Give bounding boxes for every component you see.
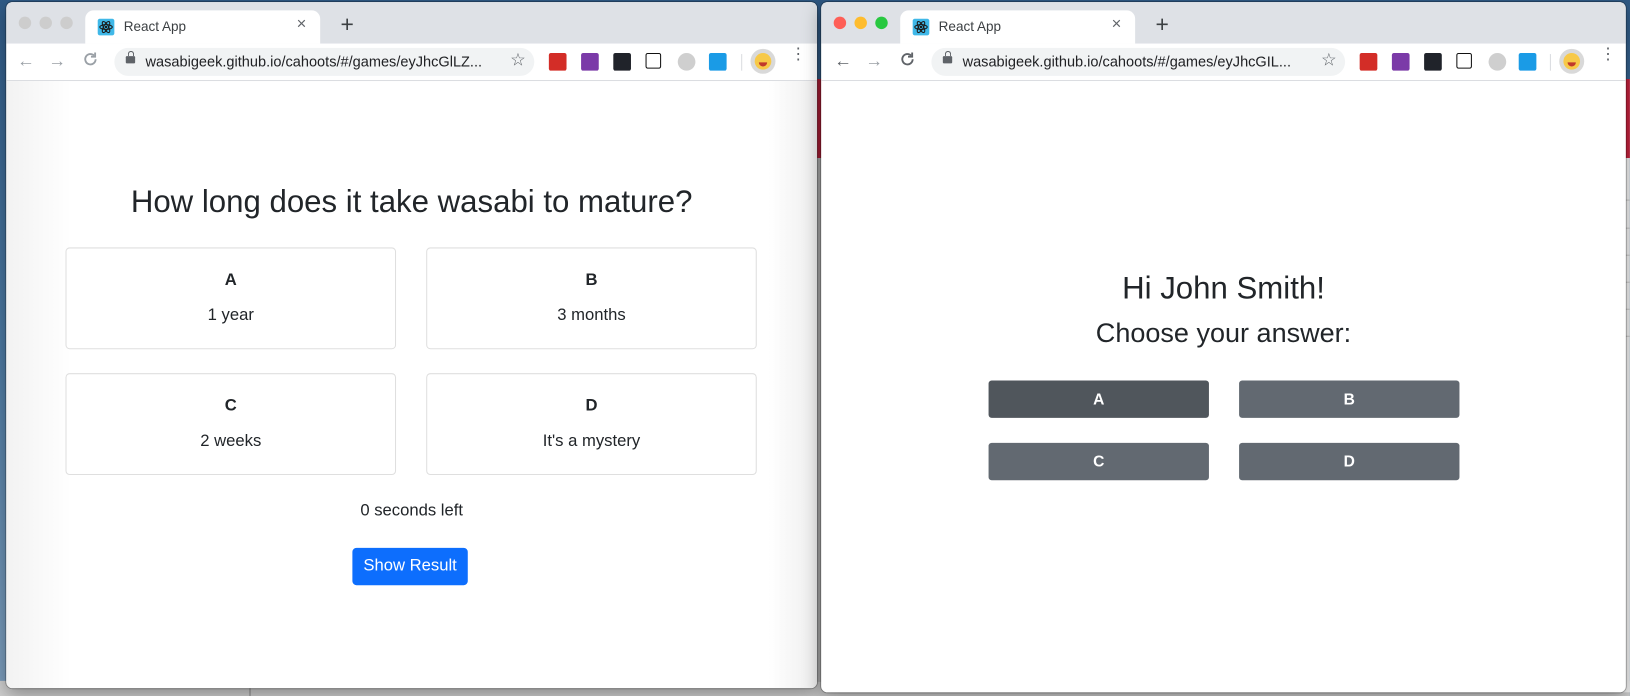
tab-title: React App bbox=[938, 18, 1002, 35]
browser-toolbar: ← → wasabigeek.github.io/cahoots/#/games… bbox=[6, 43, 818, 82]
tab-title: React App bbox=[123, 18, 187, 35]
tab-react-app[interactable]: React App × bbox=[900, 10, 1136, 44]
new-tab-button[interactable]: + bbox=[1150, 10, 1175, 39]
screenshot-extension-icon[interactable] bbox=[708, 53, 727, 71]
reload-button[interactable] bbox=[896, 51, 919, 72]
tab-strip: React App × + bbox=[6, 2, 818, 44]
answer-card-c: C 2 weeks bbox=[65, 373, 397, 476]
show-result-button[interactable]: Show Result bbox=[352, 547, 468, 586]
answer-card-b: B 3 months bbox=[426, 247, 757, 350]
tab-react-app[interactable]: React App × bbox=[85, 10, 321, 44]
bookmark-star-icon[interactable]: ☆ bbox=[1321, 50, 1337, 71]
answer-card-d: D It's a mystery bbox=[426, 373, 757, 476]
address-bar[interactable]: wasabigeek.github.io/cahoots/#/games/eyJ… bbox=[931, 47, 1346, 76]
choice-button-c[interactable]: C bbox=[988, 442, 1209, 481]
profile-avatar[interactable] bbox=[1559, 48, 1585, 74]
bulb-extension-icon[interactable] bbox=[677, 53, 696, 71]
choice-button-d[interactable]: D bbox=[1239, 442, 1460, 481]
zoom-window-button[interactable] bbox=[875, 16, 888, 30]
lastpass-extension-icon[interactable] bbox=[548, 53, 567, 71]
emoji-face-icon bbox=[754, 53, 772, 70]
browser-menu-button[interactable]: ⋮ bbox=[1600, 46, 1617, 63]
notion-extension-icon[interactable] bbox=[645, 53, 662, 69]
answer-text: 1 year bbox=[207, 306, 254, 325]
react-devtools-extension-icon[interactable] bbox=[613, 53, 631, 71]
screenshot-extension-icon[interactable] bbox=[1518, 53, 1537, 71]
close-tab-icon[interactable]: × bbox=[1106, 16, 1127, 35]
emoji-face-icon bbox=[1563, 53, 1581, 70]
back-button[interactable]: ← bbox=[832, 51, 855, 72]
minimize-window-button[interactable] bbox=[39, 16, 52, 30]
react-icon bbox=[97, 18, 115, 36]
react-icon bbox=[912, 18, 930, 36]
answer-text: 2 weeks bbox=[200, 432, 262, 451]
zoom-window-button[interactable] bbox=[60, 16, 73, 30]
lock-icon bbox=[125, 50, 136, 64]
answer-letter: A bbox=[224, 271, 237, 289]
reload-icon bbox=[84, 52, 97, 66]
browser-window-host: React App × + ← → wasabigeek.github.io/c… bbox=[6, 2, 818, 689]
tab-strip: React App × + bbox=[821, 2, 1626, 44]
lastpass-extension-icon[interactable] bbox=[1359, 53, 1378, 71]
profile-avatar[interactable] bbox=[750, 48, 776, 74]
window-controls bbox=[833, 16, 888, 30]
choice-button-b[interactable]: B bbox=[1239, 380, 1460, 418]
react-devtools-extension-icon[interactable] bbox=[1424, 53, 1442, 71]
address-bar[interactable]: wasabigeek.github.io/cahoots/#/games/eyJ… bbox=[114, 47, 535, 76]
window-controls bbox=[18, 16, 73, 30]
browser-window-player: React App × + ← → wasabigeek.github.io/c… bbox=[821, 2, 1626, 693]
minimize-window-button[interactable] bbox=[854, 16, 867, 30]
forward-button[interactable]: → bbox=[46, 51, 69, 72]
countdown-timer: 0 seconds left bbox=[360, 502, 463, 520]
toolbar-divider bbox=[741, 54, 743, 71]
browser-menu-button[interactable]: ⋮ bbox=[790, 46, 807, 63]
onenote-extension-icon[interactable] bbox=[1391, 53, 1410, 71]
notion-extension-icon[interactable] bbox=[1456, 53, 1472, 69]
lock-icon bbox=[942, 50, 953, 64]
desktop: React App × + ← → wasabigeek.github.io/c… bbox=[0, 0, 1630, 696]
onenote-extension-icon[interactable] bbox=[581, 53, 599, 71]
bookmark-star-icon[interactable]: ☆ bbox=[510, 50, 526, 71]
choose-answer-prompt: Choose your answer: bbox=[1095, 317, 1352, 349]
close-tab-icon[interactable]: × bbox=[291, 16, 312, 35]
answer-letter: B bbox=[585, 271, 598, 289]
url-text[interactable]: wasabigeek.github.io/cahoots/#/games/eyJ… bbox=[963, 53, 1291, 70]
browser-toolbar: ← → wasabigeek.github.io/cahoots/#/games… bbox=[821, 43, 1626, 82]
question-title: How long does it take wasabi to mature? bbox=[130, 185, 693, 220]
close-window-button[interactable] bbox=[18, 16, 32, 30]
back-button[interactable]: ← bbox=[15, 51, 38, 72]
player-page: Hi John Smith! Choose your answer: A B C… bbox=[821, 81, 1626, 693]
answer-text: It's a mystery bbox=[542, 432, 641, 451]
choice-button-a[interactable]: A bbox=[988, 380, 1209, 418]
reload-icon bbox=[901, 52, 914, 66]
greeting-heading: Hi John Smith! bbox=[1122, 271, 1325, 306]
answer-text: 3 months bbox=[557, 306, 626, 325]
answer-letter: C bbox=[224, 397, 237, 415]
url-text[interactable]: wasabigeek.github.io/cahoots/#/games/eyJ… bbox=[146, 53, 483, 70]
forward-button[interactable]: → bbox=[863, 51, 886, 72]
bulb-extension-icon[interactable] bbox=[1488, 53, 1507, 71]
close-window-button[interactable] bbox=[833, 16, 847, 30]
host-page: How long does it take wasabi to mature? … bbox=[6, 81, 818, 689]
answer-card-a: A 1 year bbox=[65, 247, 397, 350]
new-tab-button[interactable]: + bbox=[335, 10, 360, 39]
toolbar-divider bbox=[1549, 54, 1551, 71]
answer-letter: D bbox=[585, 397, 598, 415]
reload-button[interactable] bbox=[79, 51, 102, 72]
